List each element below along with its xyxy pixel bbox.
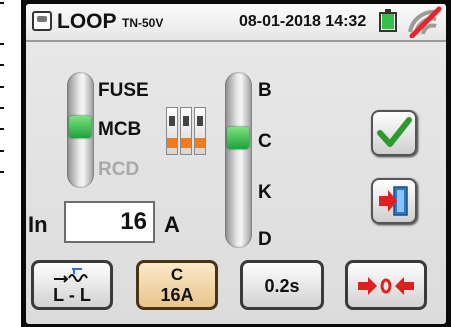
nominal-current-unit: A — [164, 212, 180, 237]
edge-mark — [0, 86, 4, 88]
option-fuse[interactable]: FUSE — [98, 80, 149, 102]
device-screen: LOOP TN-50V 08-01-2018 14:32 FUSE MCB RC… — [26, 4, 446, 324]
function-title: LOOP — [57, 10, 117, 33]
status-header: LOOP TN-50V 08-01-2018 14:32 — [26, 4, 446, 42]
edge-mark — [0, 43, 4, 45]
curve-option-d[interactable]: D — [258, 229, 272, 251]
edge-mark — [0, 171, 4, 173]
option-rcd[interactable]: RCD — [98, 159, 139, 181]
battery-icon — [379, 9, 397, 32]
edge-mark — [0, 150, 4, 152]
curve-value: C — [170, 265, 184, 284]
trip-time-button[interactable]: 0.2s — [240, 260, 324, 310]
no-signal-icon — [408, 6, 442, 38]
exit-button[interactable] — [371, 178, 417, 224]
edge-mark — [0, 128, 4, 130]
curve-selector[interactable] — [225, 72, 252, 248]
curve-option-b[interactable]: B — [258, 80, 272, 102]
exit-icon — [379, 186, 408, 216]
rating-value: 16A — [160, 285, 194, 305]
edge-mark — [0, 2, 4, 4]
curve-option-k[interactable]: K — [258, 182, 272, 204]
model-label: TN-50V — [122, 16, 164, 30]
curve-option-c[interactable]: C — [258, 131, 272, 153]
selection-indicator — [69, 116, 91, 138]
nominal-current-field[interactable]: 16 — [64, 201, 155, 243]
date-time: 08-01-2018 14:32 — [239, 13, 367, 30]
trip-time-value: 0.2s — [264, 276, 300, 296]
confirm-button[interactable] — [371, 110, 417, 156]
option-mcb[interactable]: MCB — [98, 119, 141, 141]
checkmark-icon — [377, 117, 412, 147]
screen-icon — [32, 11, 52, 31]
selection-indicator — [227, 127, 249, 149]
line-to-line-icon — [54, 268, 88, 283]
edge-mark — [0, 64, 4, 66]
line-mode-button[interactable]: L - L — [31, 260, 113, 310]
line-mode-label: L - L — [53, 285, 91, 305]
edge-mark — [0, 107, 4, 109]
zero-adjust-button[interactable] — [345, 260, 427, 310]
breaker-curve-button[interactable]: C 16A — [136, 260, 218, 310]
circuit-breaker-icon — [166, 107, 208, 155]
nominal-current-label: In — [28, 212, 48, 237]
zero-adjust-icon — [358, 277, 414, 295]
